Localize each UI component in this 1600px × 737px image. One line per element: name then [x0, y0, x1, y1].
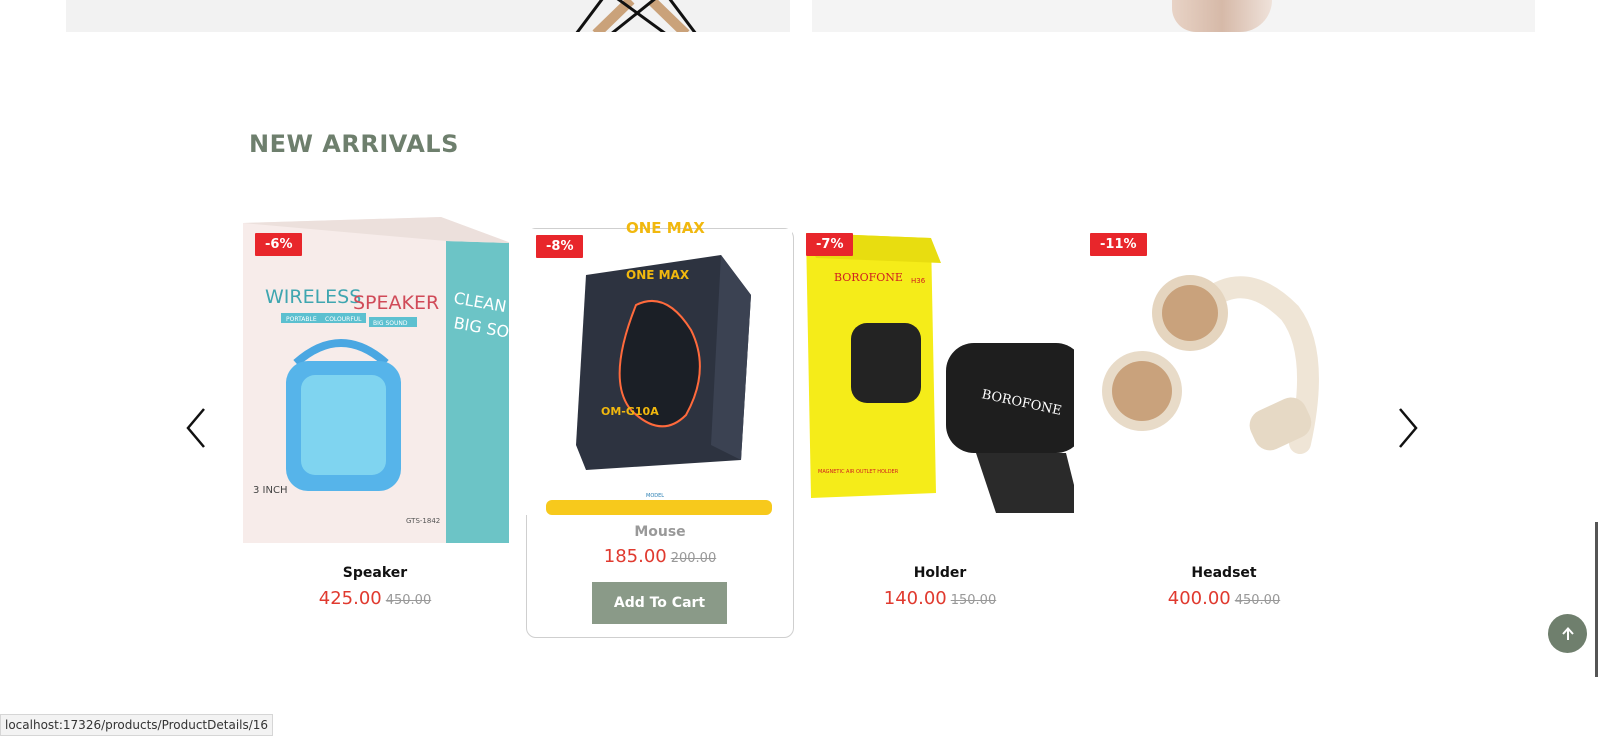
svg-text:OM-G10A: OM-G10A: [601, 405, 659, 418]
brand-logo: ONE MAX: [626, 219, 705, 237]
svg-text:MODEL: MODEL: [646, 493, 664, 499]
product-name[interactable]: Mouse: [527, 524, 793, 540]
svg-text:MAGNETIC AIR OUTLET HOLDER: MAGNETIC AIR OUTLET HOLDER: [818, 469, 899, 475]
product-card-speaker[interactable]: WIRELESS SPEAKER PORTABLE COLOURFUL BIG …: [241, 213, 509, 643]
scrollbar-thumb[interactable]: [1595, 522, 1598, 677]
svg-text:H36: H36: [911, 277, 926, 285]
product-name[interactable]: Holder: [806, 565, 1074, 581]
chevron-left-icon: [186, 408, 205, 448]
svg-text:PORTABLE: PORTABLE: [286, 316, 317, 323]
price-row: 140.00 150.00: [806, 588, 1074, 609]
svg-text:SPEAKER: SPEAKER: [353, 292, 439, 314]
svg-text:ONE MAX: ONE MAX: [626, 268, 690, 282]
old-price: 150.00: [950, 593, 997, 608]
price-row: 425.00 450.00: [241, 588, 509, 609]
box-title-text: WIRELESS: [265, 286, 361, 308]
arrow-up-icon: [1561, 626, 1574, 640]
svg-text:BIG SOUND: BIG SOUND: [373, 320, 408, 327]
add-to-cart-button[interactable]: Add To Cart: [592, 582, 727, 624]
holder-product-image[interactable]: BOROFONE H36 MAGNETIC AIR OUTLET HOLDER …: [806, 213, 1074, 543]
product-name[interactable]: Headset: [1090, 565, 1358, 581]
svg-text:3 INCH: 3 INCH: [253, 485, 287, 496]
scroll-to-top-button[interactable]: [1548, 614, 1587, 653]
hand-image: [1172, 0, 1272, 32]
chair-legs-image: [575, 0, 697, 32]
section-title: NEW ARRIVALS: [249, 130, 459, 158]
current-price: 400.00: [1167, 588, 1231, 609]
discount-badge: -7%: [806, 233, 854, 256]
product-card-mouse[interactable]: ONE MAX ONE MAX OM-G10A MODEL -8% Mouse …: [526, 219, 794, 638]
banner-image-right[interactable]: [812, 0, 1535, 32]
svg-text:GTS-1842: GTS-1842: [406, 517, 440, 525]
brand-logo: BOROFONE: [834, 271, 903, 284]
svg-text:COLOURFUL: COLOURFUL: [325, 316, 362, 323]
chevron-right-icon: [1399, 408, 1418, 448]
speaker-product-image[interactable]: WIRELESS SPEAKER PORTABLE COLOURFUL BIG …: [241, 213, 509, 543]
old-price: 200.00: [670, 551, 717, 566]
product-name[interactable]: Speaker: [241, 565, 509, 581]
headset-product-image[interactable]: [1090, 213, 1358, 543]
product-card-headset[interactable]: -11% Headset 400.00 450.00: [1090, 213, 1358, 643]
current-price: 140.00: [883, 588, 947, 609]
mouse-product-image[interactable]: ONE MAX ONE MAX OM-G10A MODEL: [526, 215, 792, 515]
carousel-next-button[interactable]: [1388, 405, 1424, 451]
old-price: 450.00: [385, 593, 432, 608]
discount-badge: -8%: [536, 235, 584, 258]
discount-badge: -11%: [1090, 233, 1147, 256]
price-row: 185.00 200.00: [527, 546, 793, 567]
current-price: 185.00: [603, 546, 667, 567]
old-price: 450.00: [1234, 593, 1281, 608]
product-card-holder[interactable]: BOROFONE H36 MAGNETIC AIR OUTLET HOLDER …: [806, 213, 1074, 643]
discount-badge: -6%: [255, 233, 303, 256]
carousel-prev-button[interactable]: [180, 405, 216, 451]
current-price: 425.00: [318, 588, 382, 609]
browser-status-url: localhost:17326/products/ProductDetails/…: [0, 714, 274, 736]
banner-image-left[interactable]: [66, 0, 790, 32]
price-row: 400.00 450.00: [1090, 588, 1358, 609]
